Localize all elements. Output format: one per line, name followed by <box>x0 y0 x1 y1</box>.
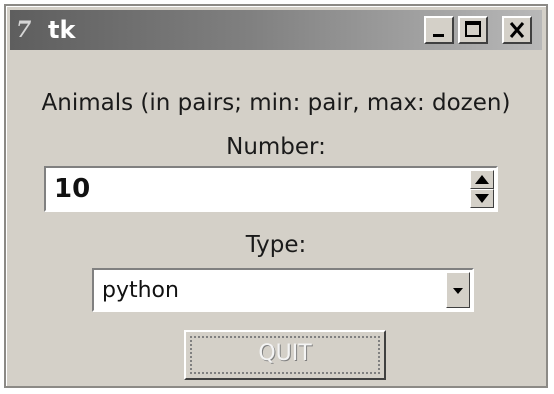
spin-up-button[interactable] <box>470 170 494 189</box>
type-combobox[interactable]: python <box>92 268 474 312</box>
number-spinbox[interactable]: 10 <box>44 166 498 212</box>
type-value[interactable]: python <box>102 278 179 303</box>
spinbox-buttons <box>470 170 494 208</box>
maximize-button[interactable] <box>458 16 488 44</box>
close-button[interactable] <box>502 16 532 44</box>
window-title: tk <box>48 16 76 44</box>
type-label: Type: <box>245 232 307 258</box>
minimize-button[interactable] <box>424 16 454 44</box>
tk-window: 7 tk Animals (in pairs; min: pair, max: … <box>4 4 548 388</box>
quit-button[interactable]: QUIT <box>184 330 386 380</box>
minimize-icon <box>433 34 444 37</box>
title-bar[interactable]: 7 tk <box>10 10 542 50</box>
number-label: Number: <box>226 134 326 160</box>
spin-down-button[interactable] <box>470 189 494 208</box>
arrow-down-icon <box>475 194 489 203</box>
close-icon <box>509 22 525 38</box>
maximize-icon <box>465 21 481 37</box>
animals-heading: Animals (in pairs; min: pair, max: dozen… <box>41 90 511 116</box>
tk-app-icon[interactable]: 7 <box>16 18 46 42</box>
combobox-dropdown-button[interactable] <box>446 272 470 308</box>
chevron-down-icon <box>453 288 463 294</box>
number-value[interactable]: 10 <box>54 174 90 204</box>
arrow-up-icon <box>475 175 489 184</box>
